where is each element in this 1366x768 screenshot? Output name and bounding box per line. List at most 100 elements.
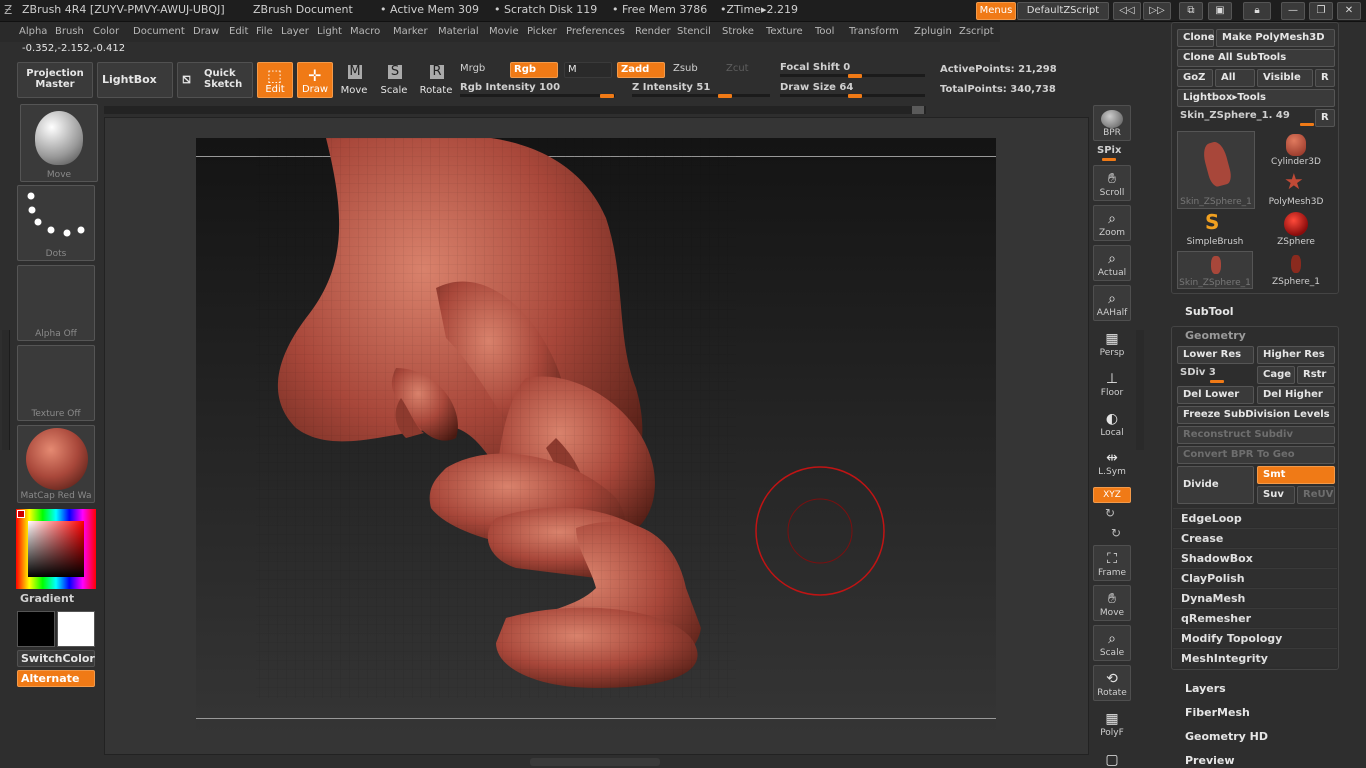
claypolish-section[interactable]: ClayPolish: [1173, 568, 1337, 587]
menu-zscript[interactable]: Zscript: [959, 26, 994, 37]
tool-thumb-simplebrush[interactable]: S SimpleBrush: [1177, 210, 1253, 249]
close-icon[interactable]: ✕: [1337, 2, 1361, 20]
menu-brush[interactable]: Brush: [55, 26, 84, 37]
geometry-hd-header[interactable]: Geometry HD: [1185, 730, 1268, 743]
view-toggle-icon[interactable]: ⧉: [1179, 2, 1203, 20]
bpr-button[interactable]: BPR: [1093, 105, 1131, 141]
higher-res-button[interactable]: Higher Res: [1257, 346, 1335, 364]
menu-draw[interactable]: Draw: [193, 26, 219, 37]
color-picker-square[interactable]: [28, 521, 84, 577]
rstr-button[interactable]: Rstr: [1297, 366, 1335, 384]
menus-button[interactable]: Menus: [976, 2, 1016, 20]
layers-header[interactable]: Layers: [1185, 682, 1226, 695]
switch-color-button[interactable]: SwitchColor: [17, 650, 95, 667]
menu-texture[interactable]: Texture: [766, 26, 803, 37]
gradient-label[interactable]: Gradient: [20, 592, 74, 605]
alpha-selector[interactable]: Alpha Off: [17, 265, 95, 341]
menu-layer[interactable]: Layer: [281, 26, 309, 37]
goz-button[interactable]: GoZ: [1177, 69, 1213, 87]
tool-thumb-polymesh3d[interactable]: ★ PolyMesh3D: [1258, 170, 1334, 209]
document-scrollbar[interactable]: [104, 106, 926, 114]
menu-alpha[interactable]: Alpha: [19, 26, 47, 37]
rotate-y-icon[interactable]: ↻: [1105, 506, 1115, 520]
menu-material[interactable]: Material: [438, 26, 479, 37]
geometry-header[interactable]: Geometry: [1185, 329, 1246, 342]
convert-bpr-button[interactable]: Convert BPR To Geo: [1177, 446, 1335, 464]
focal-shift-knob[interactable]: [848, 74, 862, 78]
clone-all-subtools-button[interactable]: Clone All SubTools: [1177, 49, 1335, 67]
goz-all-button[interactable]: All: [1215, 69, 1255, 87]
sdiv-knob[interactable]: [1210, 380, 1224, 383]
sdiv-slider[interactable]: SDiv 3: [1180, 367, 1216, 378]
menu-render[interactable]: Render: [635, 26, 671, 37]
dynamesh-section[interactable]: DynaMesh: [1173, 588, 1337, 607]
alternate-button[interactable]: Alternate: [17, 670, 95, 687]
edgeloop-section[interactable]: EdgeLoop: [1173, 508, 1337, 527]
move-button[interactable]: M Move: [337, 62, 371, 98]
menu-edit[interactable]: Edit: [229, 26, 248, 37]
del-lower-button[interactable]: Del Lower: [1177, 386, 1254, 404]
current-tool-r-button[interactable]: R: [1315, 109, 1335, 127]
current-tool-slider[interactable]: Skin_ZSphere_1. 49: [1180, 110, 1290, 121]
stroke-selector[interactable]: Dots: [17, 185, 95, 261]
menu-marker[interactable]: Marker: [393, 26, 428, 37]
rgb-toggle[interactable]: Rgb: [510, 62, 558, 78]
rgb-intensity-slider[interactable]: Rgb Intensity 100: [460, 82, 560, 93]
focal-shift-slider[interactable]: Focal Shift 0: [780, 62, 850, 73]
modify-topology-section[interactable]: Modify Topology: [1173, 628, 1337, 647]
current-tool-knob[interactable]: [1300, 123, 1314, 126]
mrgb-toggle[interactable]: Mrgb: [460, 63, 485, 74]
primary-color-swatch[interactable]: [17, 611, 55, 647]
menu-macro[interactable]: Macro: [350, 26, 380, 37]
texture-selector[interactable]: Texture Off: [17, 345, 95, 421]
lock-icon[interactable]: 🔒︎: [1243, 2, 1271, 20]
xyz-button[interactable]: XYZ: [1093, 487, 1131, 503]
right-collapse-handle[interactable]: [1136, 330, 1144, 450]
menu-stroke[interactable]: Stroke: [722, 26, 754, 37]
scale-button[interactable]: S Scale: [377, 62, 411, 98]
lower-res-button[interactable]: Lower Res: [1177, 346, 1254, 364]
menu-document[interactable]: Document: [133, 26, 185, 37]
zcut-toggle[interactable]: Zcut: [726, 63, 749, 74]
freeze-subdivision-button[interactable]: Freeze SubDivision Levels: [1177, 406, 1335, 424]
menu-transform[interactable]: Transform: [849, 26, 899, 37]
scroll-button[interactable]: ✋︎ Scroll: [1093, 165, 1131, 201]
rgb-intensity-track[interactable]: [460, 94, 615, 97]
scale-view-button[interactable]: ⌕ Scale: [1093, 625, 1131, 661]
rgb-intensity-knob[interactable]: [600, 94, 614, 98]
rotate-button[interactable]: R Rotate: [417, 62, 455, 98]
make-polymesh-button[interactable]: Make PolyMesh3D: [1216, 29, 1335, 47]
tool-thumb-skin-zsphere-small[interactable]: Skin_ZSphere_1: [1177, 251, 1253, 289]
material-selector[interactable]: MatCap Red Wa: [17, 425, 95, 503]
tool-thumb-cylinder3d[interactable]: Cylinder3D: [1258, 131, 1334, 169]
menu-light[interactable]: Light: [317, 26, 342, 37]
subtool-header[interactable]: SubTool: [1185, 305, 1234, 318]
preview-header[interactable]: Preview: [1185, 754, 1235, 767]
reconstruct-subdiv-button[interactable]: Reconstruct Subdiv: [1177, 426, 1335, 444]
floor-button[interactable]: ⊥ Floor: [1093, 365, 1131, 401]
divide-button[interactable]: Divide: [1177, 466, 1254, 504]
projection-master-button[interactable]: Projection Master: [17, 62, 93, 98]
tool-thumb-skin-zsphere-large[interactable]: Skin_ZSphere_1: [1177, 131, 1255, 209]
menu-stencil[interactable]: Stencil: [677, 26, 711, 37]
clone-button[interactable]: Clone: [1177, 29, 1215, 47]
meshintegrity-section[interactable]: MeshIntegrity: [1173, 648, 1337, 667]
move-view-button[interactable]: ✋︎ Move: [1093, 585, 1131, 621]
document-scroll-thumb[interactable]: [912, 106, 924, 114]
menu-tool[interactable]: Tool: [815, 26, 834, 37]
menu-picker[interactable]: Picker: [527, 26, 557, 37]
z-intensity-knob[interactable]: [718, 94, 732, 98]
del-higher-button[interactable]: Del Higher: [1257, 386, 1335, 404]
menu-movie[interactable]: Movie: [489, 26, 519, 37]
rotate-view-button[interactable]: ⟲ Rotate: [1093, 665, 1131, 701]
brush-selector[interactable]: Move: [20, 104, 98, 182]
cage-button[interactable]: Cage: [1257, 366, 1295, 384]
menu-zplugin[interactable]: Zplugin: [914, 26, 952, 37]
tool-thumb-zsphere[interactable]: ZSphere: [1258, 211, 1334, 249]
spix-slider[interactable]: SPix: [1097, 145, 1121, 156]
layout-icon[interactable]: ▣: [1208, 2, 1232, 20]
spix-knob[interactable]: [1102, 158, 1116, 161]
aahalf-button[interactable]: ⌕ AAHalf: [1093, 285, 1131, 321]
persp-button[interactable]: ▦ Persp: [1093, 325, 1131, 361]
default-zscript-button[interactable]: DefaultZScript: [1017, 2, 1109, 20]
